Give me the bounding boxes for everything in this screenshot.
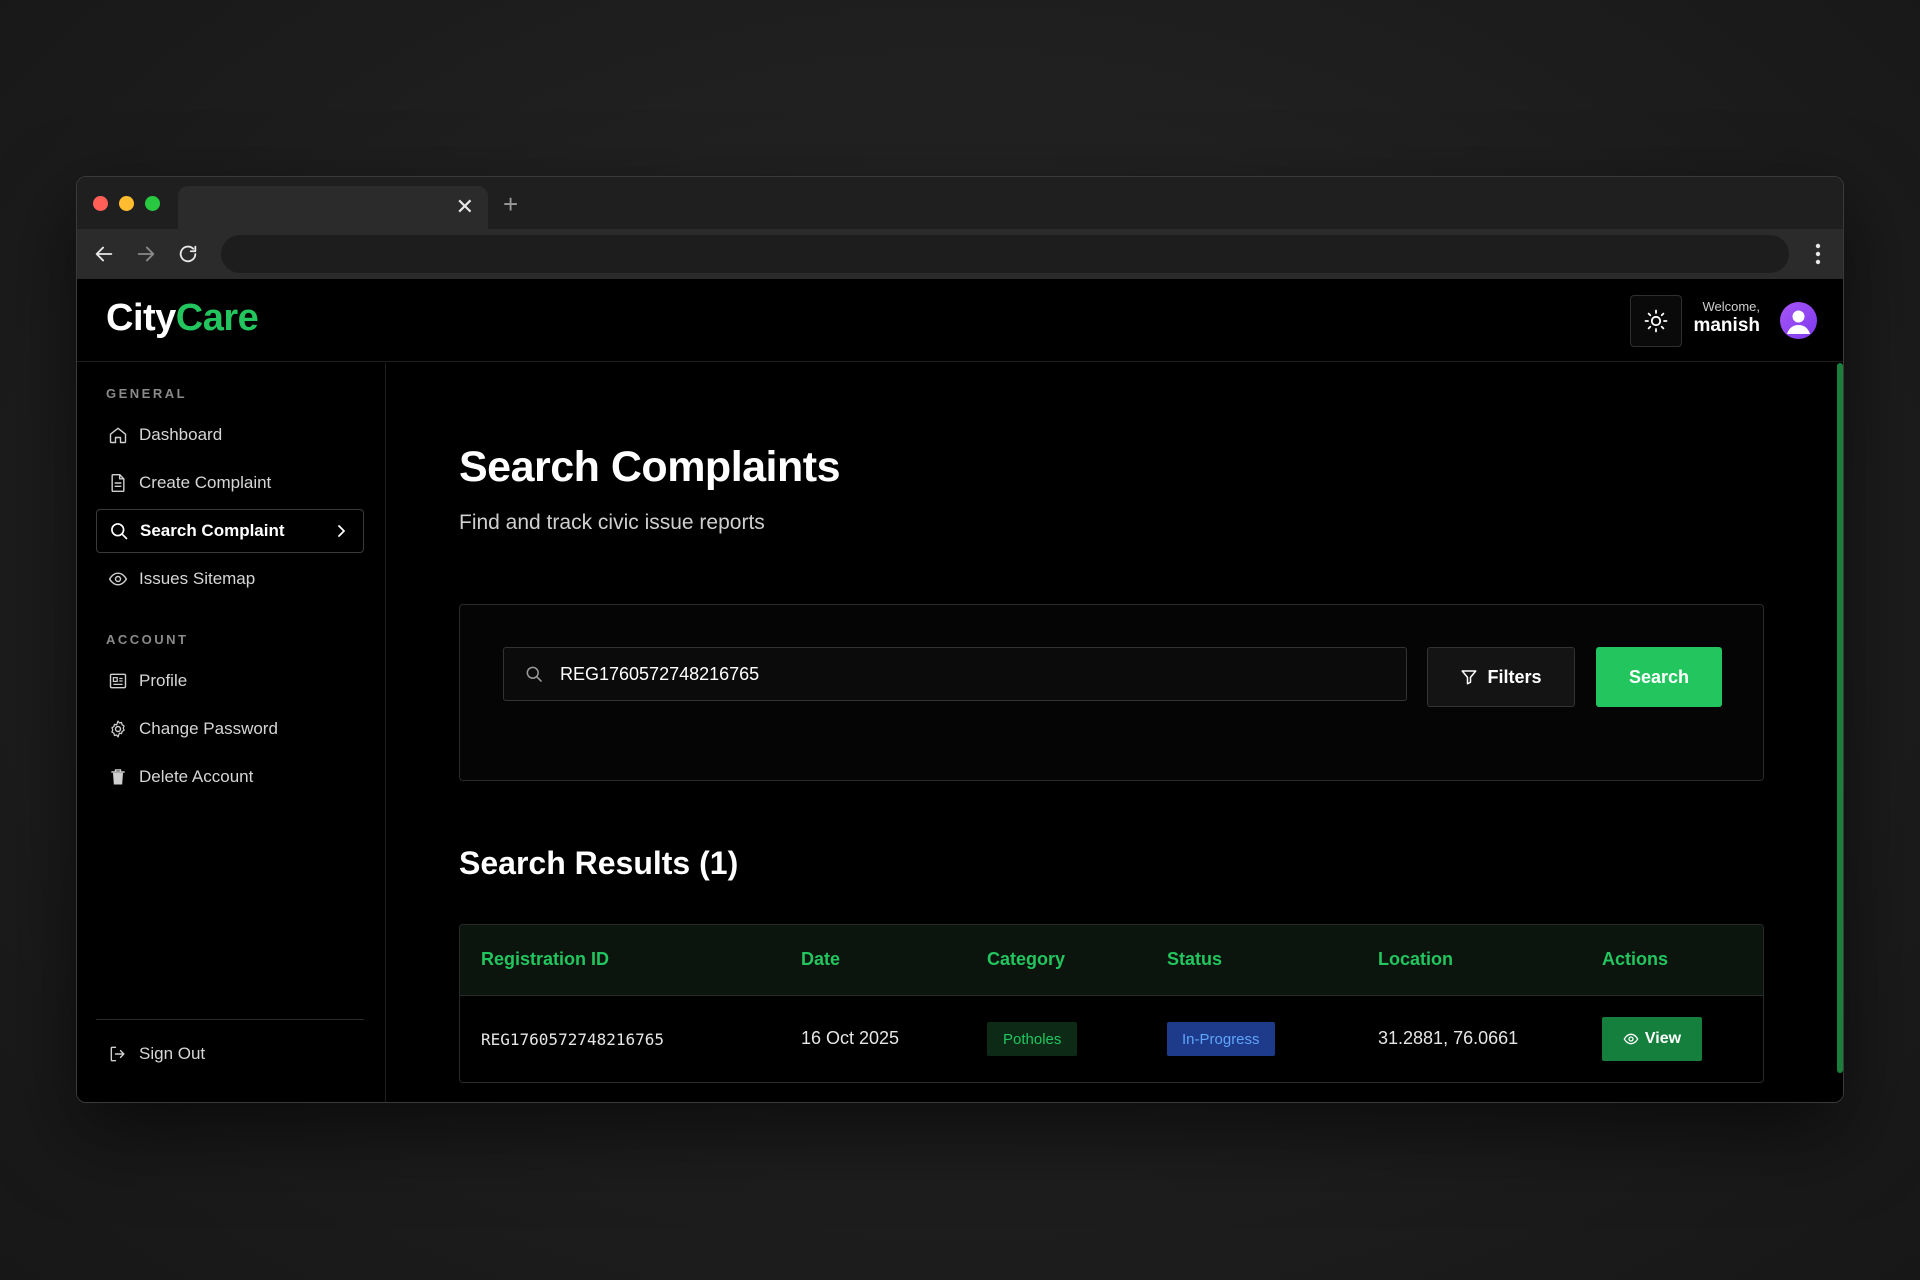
cell-date: 16 Oct 2025: [801, 1028, 900, 1048]
search-icon: [111, 523, 128, 540]
table-header: Registration ID Date Category Status Loc…: [460, 925, 1763, 996]
address-bar[interactable]: [221, 235, 1789, 273]
filters-button-label: Filters: [1487, 666, 1542, 687]
results-title: Search Results (1): [459, 845, 739, 881]
welcome-label: Welcome,: [1702, 299, 1760, 314]
profile-card-icon: [109, 673, 127, 689]
sidebar-item-label: Sign Out: [139, 1044, 206, 1063]
sidebar-item-label: Create Complaint: [139, 473, 272, 492]
search-button[interactable]: Search: [1596, 647, 1722, 707]
maximize-window-button[interactable]: [145, 196, 160, 211]
sidebar-item-profile[interactable]: Profile: [96, 659, 364, 703]
sidebar-item-label: Change Password: [139, 719, 278, 738]
citycare-logo[interactable]: CityCare: [106, 297, 259, 340]
view-button-label: View: [1644, 1030, 1682, 1047]
search-icon: [526, 666, 542, 682]
more-menu-icon[interactable]: [1815, 242, 1821, 266]
sidebar-item-label: Search Complaint: [140, 521, 285, 540]
app-header: CityCare Welcome, manish: [77, 279, 1843, 362]
sidebar-item-delete-account[interactable]: Delete Account: [96, 755, 364, 799]
column-header-category: Category: [987, 949, 1066, 969]
search-field[interactable]: [503, 647, 1407, 701]
sidebar-item-label: Issues Sitemap: [139, 569, 256, 588]
column-header-status: Status: [1167, 949, 1223, 969]
page-subtitle: Find and track civic issue reports: [459, 511, 765, 534]
browser-tab[interactable]: ✕: [178, 186, 488, 229]
sun-icon: [1644, 309, 1668, 333]
sidebar-item-sign-out[interactable]: Sign Out: [96, 1032, 364, 1076]
new-tab-button[interactable]: +: [503, 191, 518, 217]
sidebar-item-label: Delete Account: [139, 767, 254, 786]
category-badge: Potholes: [987, 1022, 1078, 1056]
eye-icon: [108, 572, 128, 586]
sidebar-item-change-password[interactable]: Change Password: [96, 707, 364, 751]
minimize-window-button[interactable]: [119, 196, 134, 211]
close-window-button[interactable]: [93, 196, 108, 211]
sidebar-item-label: Profile: [139, 671, 188, 690]
chevron-right-icon: [338, 525, 345, 537]
close-icon[interactable]: ✕: [456, 196, 474, 218]
avatar[interactable]: [1780, 302, 1817, 339]
app-root: CityCare Welcome, manish GENERAL Dashboa…: [77, 279, 1843, 1102]
search-input[interactable]: [560, 663, 1380, 685]
gear-icon: [111, 720, 125, 738]
sidebar-section-account: ACCOUNT: [106, 632, 189, 647]
logo-text-accent: Care: [175, 297, 259, 339]
browser-window: ✕ + CityCare Welcome, manish GENERAL Das…: [76, 176, 1844, 1103]
back-arrow-icon[interactable]: [93, 243, 115, 265]
forward-arrow-icon[interactable]: [135, 243, 157, 265]
sidebar-item-create-complaint[interactable]: Create Complaint: [96, 461, 364, 505]
filters-button[interactable]: Filters: [1427, 647, 1575, 707]
cell-location: 31.2881, 76.0661: [1378, 1028, 1519, 1048]
browser-tab-bar: ✕ +: [77, 177, 1843, 229]
theme-toggle-button[interactable]: [1630, 295, 1682, 347]
user-avatar-icon: [1787, 310, 1810, 334]
sidebar-section-general: GENERAL: [106, 386, 188, 401]
welcome-block: Welcome, manish: [1693, 299, 1760, 337]
column-header-registration-id: Registration ID: [481, 949, 610, 969]
page-title: Search Complaints: [459, 443, 841, 491]
sidebar: GENERAL Dashboard Create Complaint Searc…: [77, 363, 386, 1102]
sign-out-icon: [110, 1046, 125, 1062]
home-icon: [109, 427, 127, 444]
column-header-actions: Actions: [1602, 949, 1669, 969]
column-header-date: Date: [801, 949, 841, 969]
status-badge: In-Progress: [1167, 1022, 1275, 1056]
cell-registration-id: REG1760572748216765: [481, 1030, 665, 1049]
sidebar-item-label: Dashboard: [139, 425, 223, 444]
sidebar-divider: [96, 1019, 364, 1020]
document-icon: [111, 473, 125, 493]
window-controls: [93, 196, 160, 211]
results-table: Registration ID Date Category Status Loc…: [459, 924, 1764, 1083]
eye-icon: [1623, 1033, 1639, 1045]
search-card: Filters Search: [459, 604, 1764, 781]
logo-text-primary: City: [106, 297, 176, 339]
reload-icon[interactable]: [177, 243, 199, 265]
scrollbar[interactable]: [1837, 363, 1843, 1073]
main-content: Search Complaints Find and track civic i…: [387, 363, 1843, 1102]
browser-nav-bar: [77, 229, 1843, 279]
filter-icon: [1461, 670, 1477, 685]
sidebar-item-dashboard[interactable]: Dashboard: [96, 413, 364, 457]
trash-icon: [111, 769, 125, 785]
column-header-location: Location: [1378, 949, 1453, 969]
view-button[interactable]: View: [1602, 1017, 1702, 1061]
sidebar-item-search-complaint[interactable]: Search Complaint: [96, 509, 364, 553]
sidebar-item-issues-sitemap[interactable]: Issues Sitemap: [96, 557, 364, 601]
table-row: REG1760572748216765 16 Oct 2025 Potholes…: [460, 996, 1763, 1082]
username: manish: [1693, 315, 1760, 336]
